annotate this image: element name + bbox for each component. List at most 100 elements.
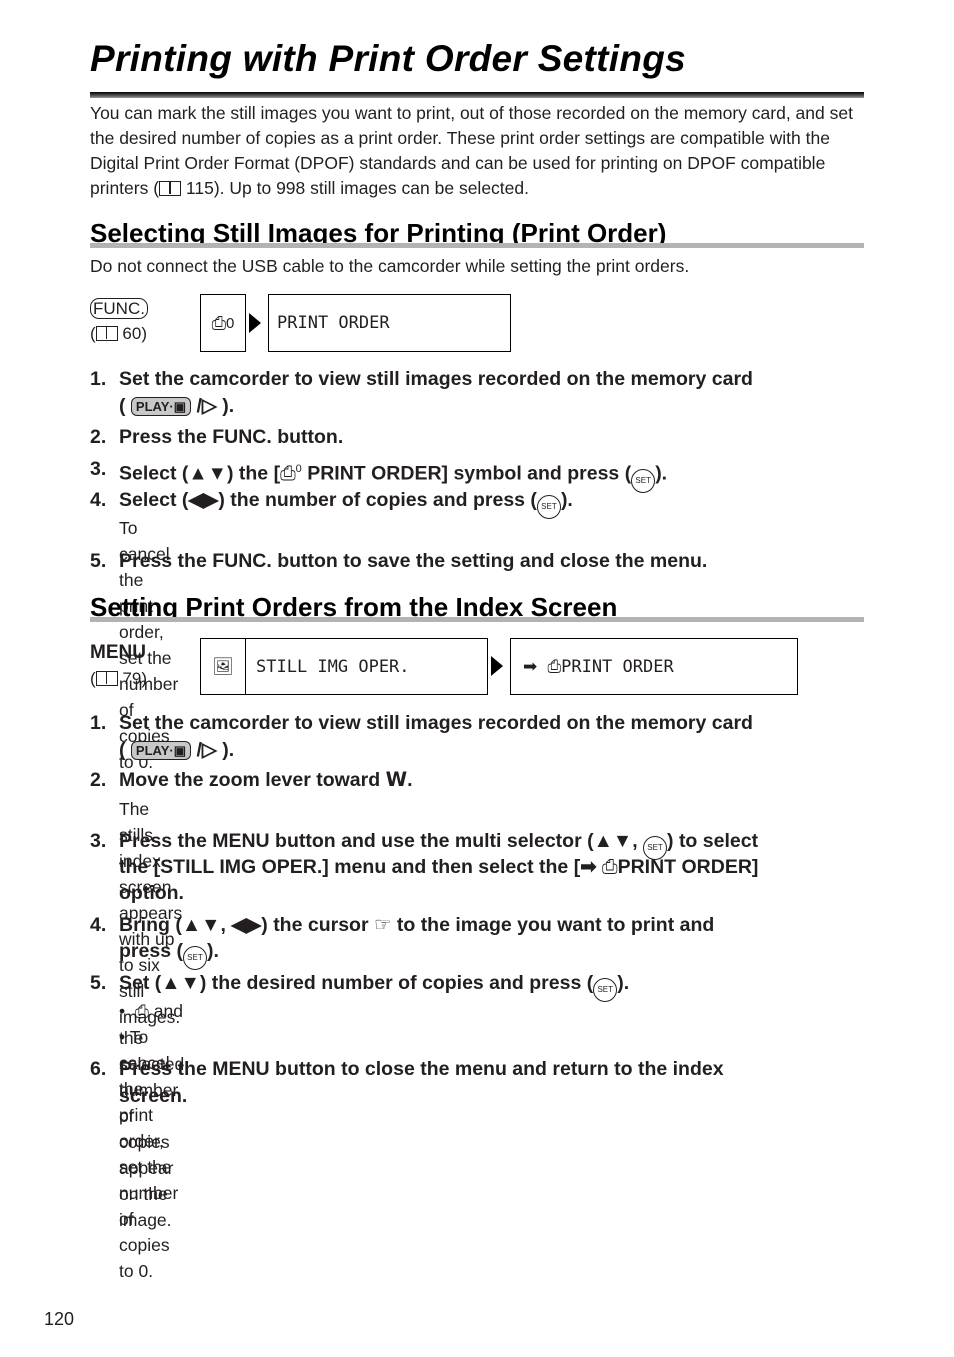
t: ).	[655, 462, 668, 485]
up-down-arrows-icon: ▲▼	[188, 462, 227, 485]
step-text-line2: screen.	[119, 1085, 188, 1107]
step-number: 1.	[90, 712, 107, 734]
arrow-right-icon: ➡	[523, 656, 538, 677]
step-text: Bring (▲▼, ◀▶) the cursor ☞ to the image…	[119, 912, 879, 938]
up-down-arrows-icon: ▲▼	[181, 914, 221, 936]
t: the [STILL IMG OPER.] menu and then sele…	[119, 856, 581, 878]
step-text: Move the zoom lever toward W.	[119, 767, 879, 793]
chevron-right-icon	[249, 313, 261, 333]
up-down-arrows-icon: ▲▼	[593, 830, 633, 852]
chevron-right-icon	[491, 656, 503, 676]
step-text-line2: ( PLAY·▣ /▷ ).	[119, 395, 235, 417]
func-button-icon: FUNC.	[90, 298, 148, 319]
menu-page-ref: ( 79)	[90, 669, 147, 688]
step-number: 3.	[90, 830, 107, 852]
page-title: Printing with Print Order Settings	[90, 38, 687, 79]
book-icon	[95, 326, 118, 341]
t: ) to select	[667, 830, 759, 852]
step-number: 2.	[90, 426, 107, 448]
up-down-arrows-icon: ▲▼	[161, 972, 200, 994]
step-text: Press the MENU button to close the menu …	[119, 1058, 724, 1080]
title-rule	[90, 92, 864, 98]
set-button-icon: SET	[182, 946, 207, 970]
paren-close: ).	[222, 395, 235, 417]
lcd-print-order: PRINT ORDER	[268, 294, 511, 352]
t: Bring (	[119, 914, 182, 936]
step-number: 6.	[90, 1058, 107, 1080]
lcd-item-label: PRINT ORDER	[561, 656, 674, 677]
step-text-line2: ( PLAY·▣ /▷ ).	[119, 739, 235, 761]
set-button-icon: SET	[536, 495, 561, 519]
paren-close: ).	[222, 739, 235, 761]
t: Select (	[119, 462, 189, 485]
step-number: 5.	[90, 972, 107, 994]
playback-icon: ▷	[201, 395, 217, 417]
t: ) the [	[226, 462, 281, 485]
t: Move the zoom lever toward	[119, 769, 386, 791]
t: ) the number of copies and press (	[218, 489, 537, 511]
t: ,	[632, 830, 644, 852]
print-icon: ⎙	[134, 1002, 149, 1022]
t: ) the cursor	[261, 914, 374, 936]
ref-number: 60	[122, 324, 142, 343]
book-icon	[159, 181, 182, 196]
t: .	[407, 769, 413, 791]
step-text: Select (◀▶) the number of copies and pre…	[119, 487, 879, 519]
step-number: 4.	[90, 914, 107, 936]
set-button-icon: SET	[593, 978, 618, 1002]
lcd-menu-label: STILL IMG OPER.	[256, 656, 410, 677]
playback-icon: ▷	[201, 739, 217, 761]
play-label: PLAY·	[135, 399, 174, 414]
left-right-arrows-icon: ◀▶	[188, 489, 219, 511]
step-text-line3: option.	[119, 882, 184, 904]
t: PRINT ORDER]	[617, 856, 759, 878]
play-mode-icon: PLAY·▣	[130, 741, 192, 760]
step-text-line2: press (SET).	[119, 938, 879, 970]
step-number: 5.	[90, 550, 107, 572]
t: ).	[560, 489, 573, 511]
step-number: 2.	[90, 769, 107, 791]
ref-number: 79	[122, 669, 142, 688]
intro-ref: 115	[185, 178, 214, 198]
step-text-line2: the [STILL IMG OPER.] menu and then sele…	[119, 854, 879, 880]
print-order-icon: ⎙	[211, 312, 227, 334]
menu-ref: MENU ( 79)	[90, 642, 147, 694]
step-number: 3.	[90, 458, 107, 480]
step-text: Press the FUNC. button to save the setti…	[119, 550, 708, 572]
left-right-arrows-icon: ◀▶	[231, 914, 262, 936]
step-text: Set the camcorder to view still images r…	[119, 368, 753, 390]
arrow-right-icon: ➡	[580, 856, 602, 878]
intro-tail: ). Up to 998 still images can be selecte…	[213, 178, 529, 198]
t: ).	[206, 940, 219, 962]
section1-note: Do not connect the USB cable to the camc…	[90, 256, 690, 276]
t: ,	[220, 914, 232, 936]
section2-rule	[90, 617, 864, 622]
intro-paragraph: You can mark the still images you want t…	[90, 101, 870, 201]
print-order-icon: ⎙	[280, 462, 296, 485]
t: ).	[617, 972, 630, 994]
still-image-icon: 🖼	[201, 639, 246, 694]
func-ref: FUNC. ( 60)	[90, 298, 148, 349]
t: ) the desired number of copies and press…	[199, 972, 594, 994]
lcd-still-img-oper: 🖼 STILL IMG OPER.	[200, 638, 488, 695]
t: Set (	[119, 972, 162, 994]
lcd-print-icon-box: ⎙ 0	[200, 294, 246, 352]
step-text: Set the camcorder to view still images r…	[119, 712, 753, 734]
t: Select (	[119, 489, 189, 511]
book-icon	[95, 671, 118, 686]
step-text: Set (▲▼) the desired number of copies an…	[119, 970, 879, 1002]
t: Press the MENU button and use the multi …	[119, 830, 594, 852]
print-icon: ⎙	[547, 656, 562, 677]
print-count: 0	[226, 314, 235, 332]
wide-icon: W	[385, 768, 408, 791]
section1-rule	[90, 243, 864, 248]
step-number: 4.	[90, 489, 107, 511]
t: to the image you want to print and	[391, 914, 715, 936]
page-number: 120	[44, 1309, 75, 1329]
play-mode-icon: PLAY·▣	[130, 397, 192, 416]
print-icon: ⎙	[601, 856, 618, 878]
lcd-print-order-option: ➡ ⎙ PRINT ORDER	[510, 638, 798, 695]
t: PRINT ORDER] symbol and press (	[301, 462, 632, 485]
hand-cursor-icon: ☞	[373, 913, 392, 936]
step-text: Press the FUNC. button.	[119, 426, 344, 448]
